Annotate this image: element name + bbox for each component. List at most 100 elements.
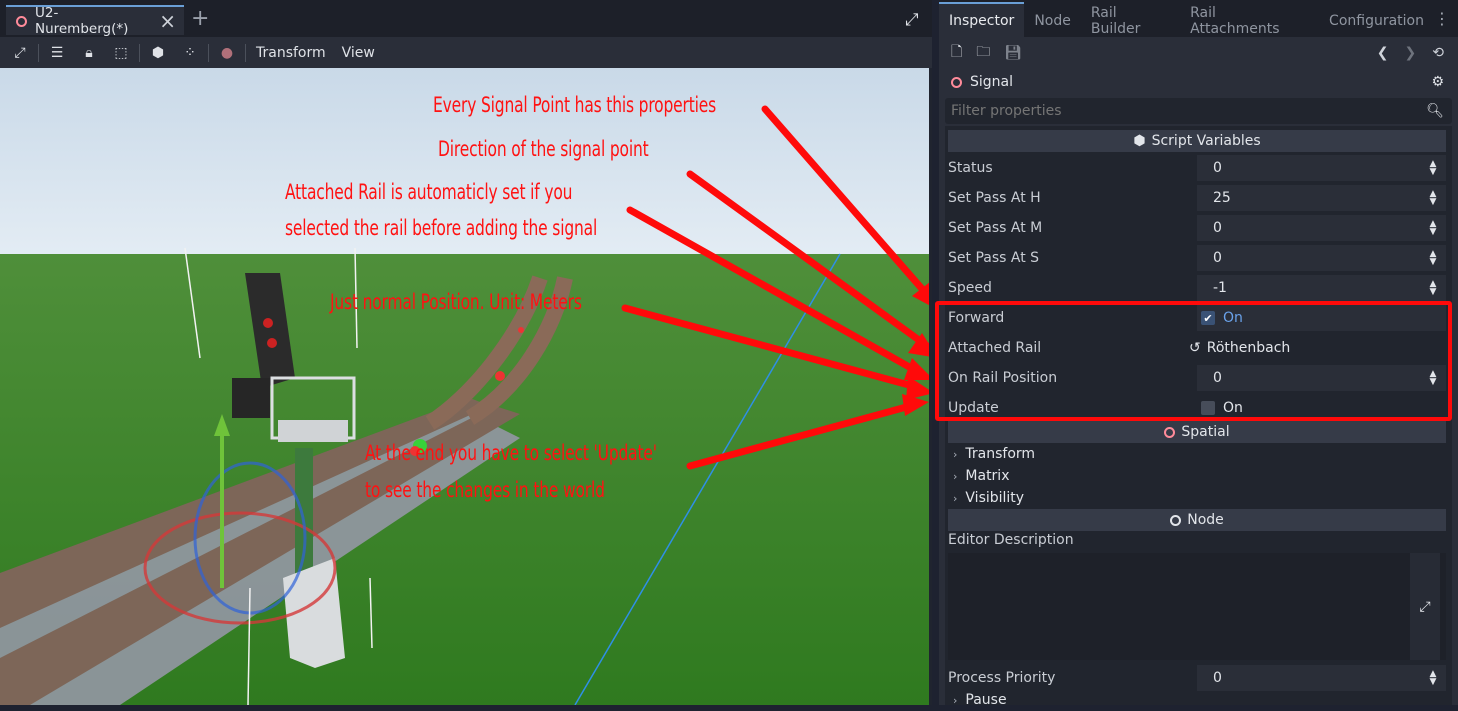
prop-value: 0 bbox=[1213, 670, 1222, 686]
object-tools-icon[interactable]: ⚙ bbox=[1431, 74, 1444, 90]
prop-label: Speed bbox=[948, 280, 992, 296]
open-folder-icon[interactable]: 🗀︎ bbox=[976, 41, 990, 65]
pivot-icon[interactable]: ⁘ bbox=[174, 37, 206, 68]
spin-arrows-icon[interactable]: ▲ ▼ bbox=[1428, 250, 1438, 267]
tab-rail-builder[interactable]: Rail Builder bbox=[1081, 4, 1180, 37]
spin-arrows-icon[interactable]: ▲ ▼ bbox=[1428, 220, 1438, 237]
inspector-toolbar: 🗋︎ 🗀︎ 💾︎ ❮ ❯ ⟲ bbox=[939, 37, 1458, 68]
forward-icon[interactable]: ❯ bbox=[1405, 45, 1417, 61]
annotation-attached-rail-2: selected the rail before adding the sign… bbox=[285, 216, 598, 240]
annotation-position: Just normal Position. Unit: Meters bbox=[330, 290, 582, 314]
filter-input[interactable] bbox=[951, 103, 1427, 119]
transform-menu[interactable]: Transform bbox=[248, 45, 334, 61]
lock-icon[interactable]: 🔒︎ bbox=[73, 37, 105, 68]
prop-set-pass-at-m: Set Pass At M 0 ▲ ▼ bbox=[948, 213, 1446, 243]
tab-node[interactable]: Node bbox=[1024, 4, 1081, 37]
prop-label: Set Pass At M bbox=[948, 220, 1043, 236]
expand-textarea-icon[interactable]: ⤢ bbox=[1410, 553, 1440, 660]
object-name: Signal bbox=[970, 74, 1014, 90]
object-header: Signal ⚙ bbox=[939, 68, 1458, 96]
group-pause[interactable]: › Pause bbox=[953, 689, 1007, 711]
spin-arrows-icon[interactable]: ▲ ▼ bbox=[1428, 670, 1438, 687]
prop-set-pass-at-h: Set Pass At H 25 ▲ ▼ bbox=[948, 183, 1446, 213]
spin-arrows-icon[interactable]: ▲ ▼ bbox=[1428, 160, 1438, 177]
process-priority-spinbox[interactable]: 0 ▲ ▼ bbox=[1197, 665, 1446, 691]
chevron-right-icon: › bbox=[953, 491, 958, 505]
prop-status: Status 0 ▲ ▼ bbox=[948, 153, 1446, 183]
section-label: Script Variables bbox=[1151, 133, 1261, 149]
group-icon[interactable]: ⬚ bbox=[105, 37, 137, 68]
search-icon: 🔍︎ bbox=[1426, 103, 1444, 119]
group-label: Matrix bbox=[965, 468, 1010, 484]
toolbar-divider bbox=[245, 43, 246, 62]
chevron-right-icon: › bbox=[953, 469, 958, 483]
tab-inspector[interactable]: Inspector bbox=[939, 2, 1025, 37]
scene-tab-bar: U2-Nuremberg(*) × + ⤢ bbox=[0, 0, 932, 37]
prop-set-pass-at-s: Set Pass At S 0 ▲ ▼ bbox=[948, 243, 1446, 273]
group-label: Pause bbox=[965, 692, 1007, 708]
scene-unsaved-icon bbox=[16, 15, 27, 27]
prop-value: 25 bbox=[1213, 190, 1231, 206]
prop-label: Editor Description bbox=[948, 532, 1074, 548]
section-label: Node bbox=[1187, 512, 1224, 528]
section-label: Spatial bbox=[1181, 424, 1230, 440]
prop-label: Status bbox=[948, 160, 993, 176]
3d-viewport[interactable]: Every Signal Point has this properties D… bbox=[0, 68, 929, 705]
editor-description-textarea[interactable]: ⤢ bbox=[948, 553, 1446, 660]
scene-editor: U2-Nuremberg(*) × + ⤢ ⤢ ☰ 🔒︎ ⬚ ⬢ ⁘ ● Tra… bbox=[0, 0, 932, 705]
add-tab-icon[interactable]: + bbox=[191, 6, 209, 31]
prop-speed: Speed -1 ▲ ▼ bbox=[948, 273, 1446, 303]
highlight-box bbox=[935, 301, 1452, 421]
list-icon[interactable]: ☰ bbox=[41, 37, 73, 68]
dock-tabs: Inspector Node Rail Builder Rail Attachm… bbox=[939, 0, 1458, 37]
toolbar-divider bbox=[38, 43, 39, 62]
spin-arrows-icon[interactable]: ▲ ▼ bbox=[1428, 190, 1438, 207]
script-cube-icon: ⬢ bbox=[1133, 133, 1146, 149]
spin-arrows-icon[interactable]: ▲ ▼ bbox=[1428, 280, 1438, 297]
view-menu[interactable]: View bbox=[334, 45, 383, 61]
fullscreen-icon[interactable]: ⤢ bbox=[905, 10, 919, 30]
node-icon bbox=[1170, 514, 1182, 526]
section-script-variables[interactable]: ⬢ Script Variables bbox=[948, 130, 1446, 152]
group-label: Visibility bbox=[965, 490, 1025, 506]
group-matrix[interactable]: › Matrix bbox=[953, 465, 1009, 487]
toolbar-divider bbox=[139, 43, 140, 62]
close-icon[interactable]: × bbox=[159, 11, 176, 31]
scene-tab-title: U2-Nuremberg(*) bbox=[34, 5, 129, 37]
prop-process-priority: Process Priority 0 ▲ ▼ bbox=[948, 663, 1446, 693]
prop-label: Set Pass At H bbox=[948, 190, 1041, 206]
set-pass-at-h-spinbox[interactable]: 25 ▲ ▼ bbox=[1197, 185, 1446, 211]
prop-label: Process Priority bbox=[948, 670, 1056, 686]
tab-configuration[interactable]: Configuration bbox=[1319, 4, 1434, 37]
history-icon[interactable]: ⟲ bbox=[1432, 45, 1444, 61]
save-icon[interactable]: 💾︎ bbox=[1004, 45, 1022, 61]
camera-icon[interactable]: ● bbox=[211, 37, 243, 68]
set-pass-at-s-spinbox[interactable]: 0 ▲ ▼ bbox=[1197, 245, 1446, 271]
viewport-toolbar: ⤢ ☰ 🔒︎ ⬚ ⬢ ⁘ ● Transform View bbox=[0, 37, 932, 68]
filter-properties: 🔍︎ bbox=[945, 98, 1452, 124]
signal-node-icon bbox=[951, 76, 962, 88]
tab-rail-attachments[interactable]: Rail Attachments bbox=[1180, 4, 1319, 37]
speed-spinbox[interactable]: -1 ▲ ▼ bbox=[1197, 275, 1446, 301]
expand-icon[interactable]: ⤢ bbox=[4, 37, 36, 68]
group-label: Transform bbox=[965, 446, 1036, 462]
section-spatial[interactable]: Spatial bbox=[948, 421, 1446, 443]
scene-tab[interactable]: U2-Nuremberg(*) × bbox=[6, 5, 184, 37]
status-spinbox[interactable]: 0 ▲ ▼ bbox=[1197, 155, 1446, 181]
set-pass-at-m-spinbox[interactable]: 0 ▲ ▼ bbox=[1197, 215, 1446, 241]
toolbar-divider bbox=[208, 43, 209, 62]
new-resource-icon[interactable]: 🗋︎ bbox=[951, 41, 962, 65]
prop-value: -1 bbox=[1213, 280, 1227, 296]
annotation-attached-rail-1: Attached Rail is automaticly set if you bbox=[285, 180, 573, 204]
annotation-direction: Direction of the signal point bbox=[438, 137, 649, 161]
spatial-node-icon bbox=[1164, 426, 1176, 438]
back-icon[interactable]: ❮ bbox=[1377, 45, 1389, 61]
history-nav: ❮ ❯ ⟲ bbox=[1377, 45, 1444, 61]
group-transform[interactable]: › Transform bbox=[953, 443, 1035, 465]
group-visibility[interactable]: › Visibility bbox=[953, 487, 1024, 509]
prop-label: Set Pass At S bbox=[948, 250, 1040, 266]
cube-icon[interactable]: ⬢ bbox=[142, 37, 174, 68]
annotation-update-1: At the end you have to select 'Update' bbox=[365, 441, 657, 465]
dock-menu-icon[interactable]: ⋮ bbox=[1434, 9, 1450, 28]
prop-value: 0 bbox=[1213, 160, 1222, 176]
